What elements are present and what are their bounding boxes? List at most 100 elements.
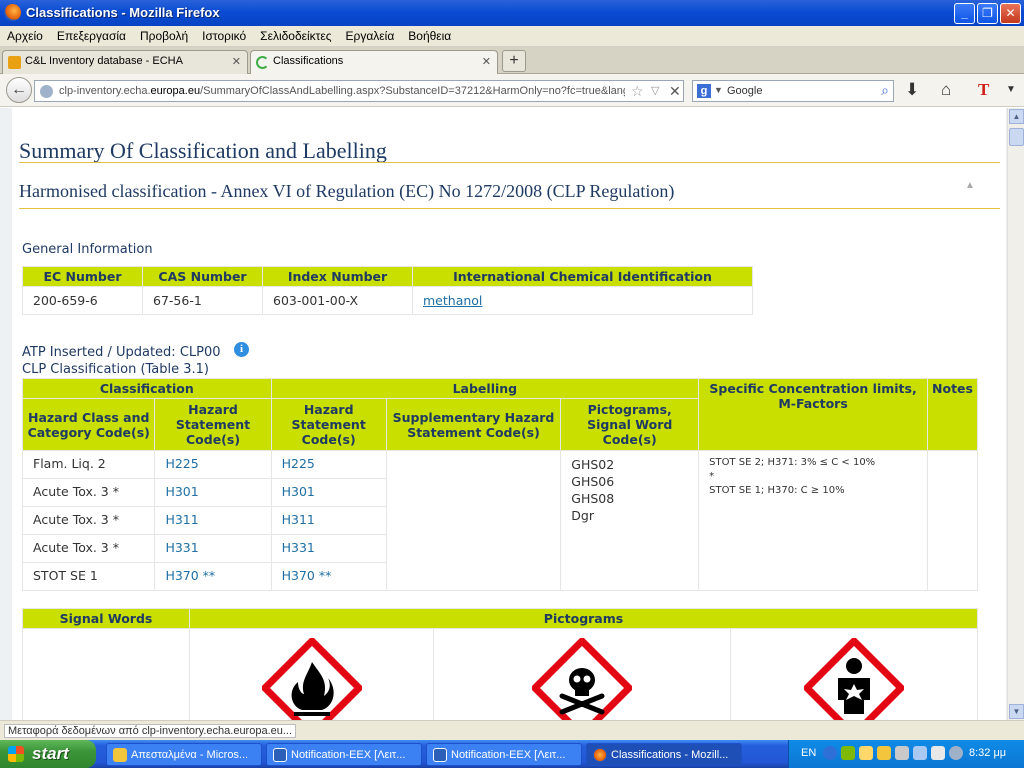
divider [19,162,1000,163]
downloads-icon[interactable]: ⬇ [905,80,919,100]
supplementary-cell [385,450,562,591]
tray-app-icon[interactable] [949,746,963,760]
clp-classification-table: Classification Labelling Specific Concen… [21,378,978,591]
col-label-hazard-statement: Hazard Statement Code(s) [270,398,387,451]
tray-arrow-icon[interactable] [823,746,837,760]
menu-view[interactable]: Προβολή [133,26,195,43]
scl-cell: STOT SE 2; H371: 3% ≤ C < 10% * STOT SE … [698,450,928,591]
pictogram-codes-cell: GHS02 GHS06 GHS08 Dgr [560,450,700,591]
tray-app-icon[interactable] [877,746,891,760]
taskbar-item-outlook[interactable]: Απεσταλμένα - Micros... [106,743,262,766]
url-dropdown-icon[interactable]: ▽ [651,84,659,97]
col-specific-conc-limits: Specific Concentration limits, M-Factors [698,378,928,451]
taskbar-item-firefox[interactable]: Classifications - Mozill... [586,743,742,766]
minimize-button[interactable]: _ [954,3,975,24]
loading-icon [256,56,269,69]
restore-button[interactable]: ❐ [977,3,998,24]
status-text: Μεταφορά δεδομένων από clp-inventory.ech… [4,724,297,738]
vertical-scrollbar[interactable]: ▲ ▼ [1007,108,1024,720]
scl-entry: STOT SE 2; H371: 3% ≤ C < 10% [709,457,876,468]
label-statement-cell: H370 ** [270,562,387,591]
close-window-button[interactable]: ✕ [1000,3,1021,24]
signal-word-code: Dgr [571,508,594,523]
mail-icon[interactable] [859,746,873,760]
tray-app-icon[interactable] [913,746,927,760]
health-hazard-icon [804,637,904,720]
home-icon[interactable]: ⌂ [941,80,951,100]
start-button[interactable]: start [0,740,96,768]
clock[interactable]: 8:32 μμ [969,747,1006,759]
info-icon[interactable]: i [234,342,249,357]
pictogram-cell [730,628,978,720]
menu-history[interactable]: Ιστορικό [195,26,253,43]
word-icon [433,748,447,762]
site-identity-icon[interactable] [40,85,53,98]
taskbar: start Απεσταλμένα - Micros... Notificati… [0,740,1024,768]
hazard-class-cell: Flam. Liq. 2 [21,450,156,479]
col-chemical-id: International Chemical Identification [412,266,753,287]
notes-cell [927,450,978,591]
close-tab-icon[interactable]: ✕ [482,55,491,68]
col-signal-words: Signal Words [22,608,190,629]
language-indicator[interactable]: EN [801,747,816,759]
tab-label: Classifications [273,55,344,67]
scroll-up-icon[interactable]: ▲ [1009,109,1024,124]
clp-classification-label: CLP Classification (Table 3.1) [22,362,210,377]
new-tab-button[interactable]: + [502,50,526,72]
menu-help[interactable]: Βοήθεια [401,26,458,43]
collapse-icon[interactable]: ▲ [965,180,975,191]
google-engine-icon[interactable]: g [697,84,711,98]
table-row: Flam. Liq. 2 H225 H225 GHS02 GHS06 GHS08… [21,450,978,591]
network-icon[interactable] [895,746,909,760]
search-input[interactable]: Google [727,85,762,97]
tab-cl-inventory[interactable]: C&L Inventory database - ECHA ✕ [2,50,248,74]
page-viewport: Summary Of Classification and Labelling … [0,108,1007,720]
close-tab-icon[interactable]: ✕ [232,55,241,68]
window-title: Classifications - Mozilla Firefox [26,5,220,20]
group-classification: Classification [22,378,272,399]
hazard-statement-cell: H370 ** [154,562,272,591]
menu-tools[interactable]: Εργαλεία [339,26,402,43]
tray-app-icon[interactable] [841,746,855,760]
volume-icon[interactable] [931,746,945,760]
scroll-down-icon[interactable]: ▼ [1009,704,1024,719]
engine-dropdown-icon[interactable]: ▼ [714,85,723,95]
taskbar-item-word-2[interactable]: Notification-EEX [Λειτ... [426,743,582,766]
firefox-icon [4,4,21,21]
atp-value: CLP00 [179,345,221,360]
url-bar[interactable]: clp-inventory.echa.europa.eu/SummaryOfCl… [34,80,684,102]
col-cas-number: CAS Number [142,266,263,287]
hazard-class-cell: Acute Tox. 3 * [21,478,156,507]
hazard-statement-cell: H225 [154,450,272,479]
echa-favicon-icon [8,56,21,69]
stop-icon[interactable]: ✕ [669,83,681,100]
col-hazard-class: Hazard Class and Category Code(s) [21,398,156,451]
scroll-thumb[interactable] [1009,128,1024,146]
col-hazard-statement: Hazard Statement Code(s) [154,398,272,451]
menu-dropdown-icon[interactable]: ▼ [1006,84,1016,95]
tab-strip: C&L Inventory database - ECHA ✕ Classifi… [0,47,1024,75]
taskbar-item-word-1[interactable]: Notification-EEX [Λειτ... [266,743,422,766]
back-button[interactable]: ← [6,77,32,103]
word-icon [273,748,287,762]
pictogram-cell [433,628,731,720]
window-title-bar: Classifications - Mozilla Firefox _ ❐ ✕ [0,0,1024,26]
search-bar[interactable]: g ▼ Google ⌕ [692,80,894,102]
signal-word-cell: Danger [22,628,190,720]
windows-logo-icon [8,746,24,762]
menu-edit[interactable]: Επεξεργασία [50,26,133,43]
search-icon[interactable]: ⌕ [881,82,889,99]
addon-t-icon[interactable]: T [978,80,989,100]
skull-crossbones-icon [532,637,632,720]
tab-classifications[interactable]: Classifications ✕ [250,50,498,75]
page-title: Summary Of Classification and Labelling [19,138,387,163]
menu-bookmarks[interactable]: Σελιδοδείκτες [253,26,338,43]
menu-file[interactable]: Αρχείο [0,26,50,43]
bookmark-star-icon[interactable]: ☆ [631,83,644,100]
col-supplementary-hazard: Supplementary Hazard Statement Code(s) [385,398,562,451]
url-text[interactable]: clp-inventory.echa.europa.eu/SummaryOfCl… [59,85,625,97]
flame-icon [261,637,362,720]
section-title: Harmonised classification - Annex VI of … [19,181,675,201]
label-statement-cell: H225 [270,450,387,479]
methanol-link[interactable]: methanol [423,293,482,308]
